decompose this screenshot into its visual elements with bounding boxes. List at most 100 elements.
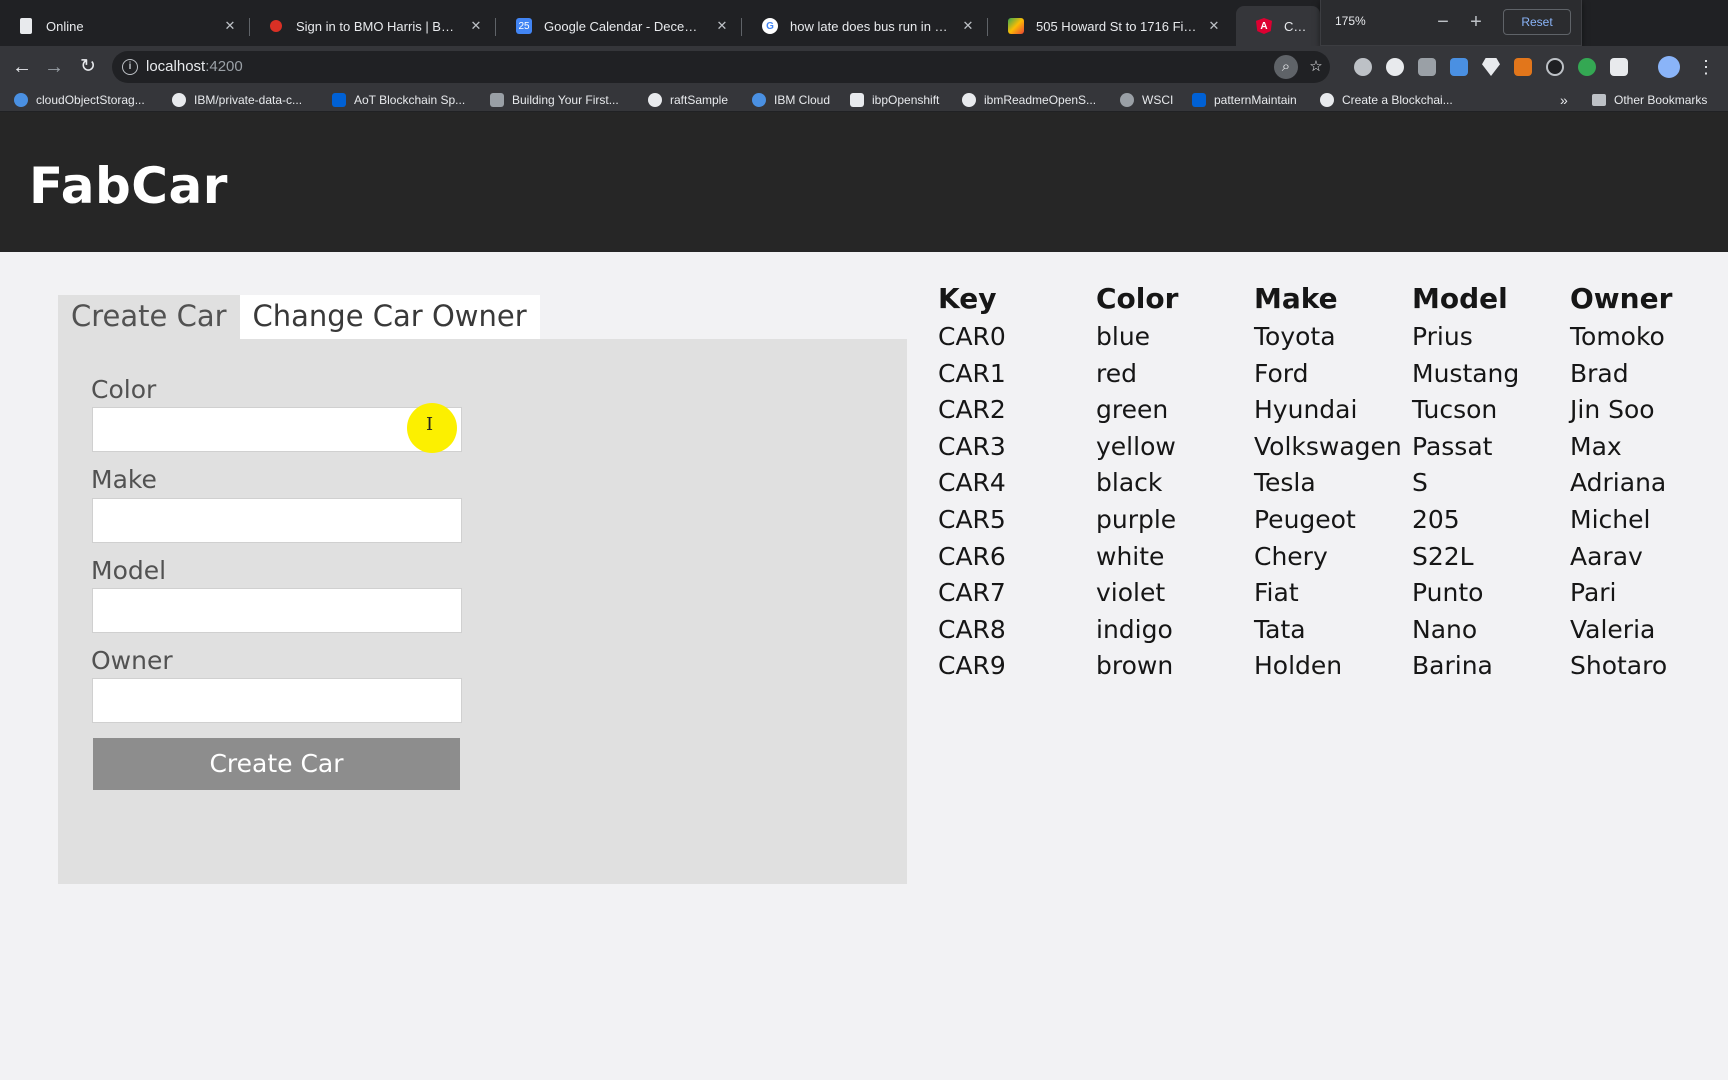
table-cell: Mustang (1412, 358, 1520, 388)
close-icon[interactable]: ✕ (468, 18, 484, 34)
close-icon[interactable]: ✕ (960, 18, 976, 34)
header-make: Make (1254, 282, 1338, 315)
back-icon[interactable]: ← (8, 54, 36, 80)
other-bookmarks[interactable]: Other Bookmarks (1592, 91, 1707, 109)
bookmark-label: IBM Cloud (774, 93, 831, 107)
zoom-icon[interactable]: ⌕ (1274, 55, 1298, 79)
bookmark[interactable]: AoT Blockchain Sp... (332, 91, 465, 109)
color-label: Color (91, 375, 157, 404)
bookmark-label: WSCI (1142, 93, 1174, 107)
bookmark-label: raftSample (670, 93, 729, 107)
table-cell: CAR2 (938, 395, 1006, 425)
browser-tab[interactable]: 25 Google Calendar - December 20 ✕ (496, 6, 742, 46)
table-cell: CAR9 (938, 651, 1006, 681)
header-owner: Owner (1570, 282, 1673, 315)
table-cell: red (1096, 358, 1137, 388)
bookmark[interactable]: IBM Cloud (752, 91, 830, 109)
zoom-level: 175% (1335, 14, 1366, 28)
table-cell: Ford (1254, 358, 1309, 388)
browser-tab[interactable]: Sign in to BMO Harris | BMO Har ✕ (250, 6, 496, 46)
bookmark[interactable]: WSCI (1120, 91, 1173, 109)
make-field[interactable] (92, 498, 462, 543)
address-url[interactable]: localhost:4200 (146, 58, 243, 75)
zoom-out-button[interactable]: − (1431, 10, 1455, 34)
browser-tab[interactable]: Online ✕ (0, 6, 250, 46)
avatar[interactable] (1658, 56, 1680, 78)
bookmark[interactable]: patternMaintain (1192, 91, 1297, 109)
extension-icon[interactable] (1418, 58, 1436, 76)
owner-field[interactable] (92, 678, 462, 723)
bookmark[interactable]: IBM/private-data-c... (172, 91, 302, 109)
bookmark[interactable]: Building Your First... (490, 91, 619, 109)
table-cell: Brad (1570, 358, 1629, 388)
close-icon[interactable]: ✕ (1206, 18, 1222, 34)
forward-icon[interactable]: → (40, 54, 68, 80)
bookmarks-overflow-icon[interactable]: » (1560, 91, 1568, 109)
table-cell: Aarav (1570, 541, 1643, 571)
make-label: Make (91, 465, 157, 494)
table-cell: Valeria (1570, 614, 1656, 644)
github-icon (962, 93, 976, 107)
tab-title: Client (1284, 18, 1308, 34)
bookmark-label: patternMaintain (1214, 93, 1297, 107)
app-title: FabCar (29, 157, 228, 215)
box-icon (332, 93, 346, 107)
tab-title: how late does bus run in san fran (790, 18, 952, 34)
metamask-icon[interactable] (1514, 58, 1532, 76)
bookmark-label: Create a Blockchai... (1342, 93, 1453, 107)
reload-icon[interactable]: ↻ (74, 54, 102, 80)
table-cell: Max (1570, 431, 1622, 461)
link-icon (1120, 93, 1134, 107)
extension-icon[interactable] (1386, 58, 1404, 76)
address-bar[interactable]: i localhost:4200 ⌕ ☆ (112, 51, 1330, 83)
bookmark[interactable]: Create a Blockchai... (1320, 91, 1453, 109)
site-info-icon[interactable]: i (122, 59, 138, 75)
table-cell: Tucson (1412, 395, 1498, 425)
browser-toolbar: ← → ↻ i localhost:4200 ⌕ ☆ ⋮ (0, 46, 1728, 88)
extension-icon[interactable] (1578, 58, 1596, 76)
table-cell: Pari (1570, 578, 1617, 608)
table-cell: Volkswagen (1254, 431, 1402, 461)
bookmark[interactable]: ibpOpenshift (850, 91, 939, 109)
browser-tab-active[interactable]: A Client (1236, 6, 1320, 46)
bookmark-star-icon[interactable]: ☆ (1304, 55, 1328, 79)
zoom-reset-button[interactable]: Reset (1503, 9, 1571, 35)
menu-icon[interactable]: ⋮ (1692, 54, 1720, 80)
extension-icon[interactable] (1450, 58, 1468, 76)
bookmark-label: Other Bookmarks (1614, 93, 1708, 107)
table-cell: CAR8 (938, 614, 1006, 644)
header-key: Key (938, 282, 997, 315)
extension-icon[interactable] (1354, 58, 1372, 76)
zoom-in-button[interactable]: + (1464, 10, 1488, 34)
github-icon (648, 93, 662, 107)
table-cell: purple (1096, 505, 1177, 534)
text-cursor-icon: I (426, 414, 434, 435)
table-cell: S (1412, 468, 1428, 498)
bookmark[interactable]: ibmReadmeOpenS... (962, 91, 1096, 109)
table-cell: violet (1096, 578, 1166, 608)
browser-tab[interactable]: G how late does bus run in san fran ✕ (742, 6, 988, 46)
create-car-button[interactable]: Create Car (93, 738, 460, 790)
table-cell: CAR0 (938, 322, 1006, 351)
tab-create-car[interactable]: Create Car (58, 295, 240, 339)
extension-icon[interactable] (1610, 58, 1628, 76)
table-cell: Passat (1412, 431, 1493, 461)
github-icon[interactable] (1546, 58, 1564, 76)
model-field[interactable] (92, 588, 462, 633)
extension-icon[interactable] (1482, 58, 1500, 76)
close-icon[interactable]: ✕ (222, 18, 238, 34)
maps-icon (1008, 18, 1024, 34)
table-cell: CAR4 (938, 468, 1006, 498)
bmo-icon (270, 20, 282, 32)
table-cell: Barina (1412, 651, 1493, 681)
bookmark[interactable]: cloudObjectStorag... (14, 91, 145, 109)
close-icon[interactable]: ✕ (714, 18, 730, 34)
table-cell: Hyundai (1254, 395, 1358, 425)
google-icon: G (762, 18, 778, 34)
zoom-popup: 175% − + Reset (1320, 0, 1582, 46)
github-icon (172, 93, 186, 107)
bookmark[interactable]: raftSample (648, 91, 728, 109)
browser-tab[interactable]: 505 Howard St to 1716 Fillmore S ✕ (988, 6, 1234, 46)
tab-change-car-owner[interactable]: Change Car Owner (239, 295, 540, 339)
table-cell: indigo (1096, 614, 1173, 644)
